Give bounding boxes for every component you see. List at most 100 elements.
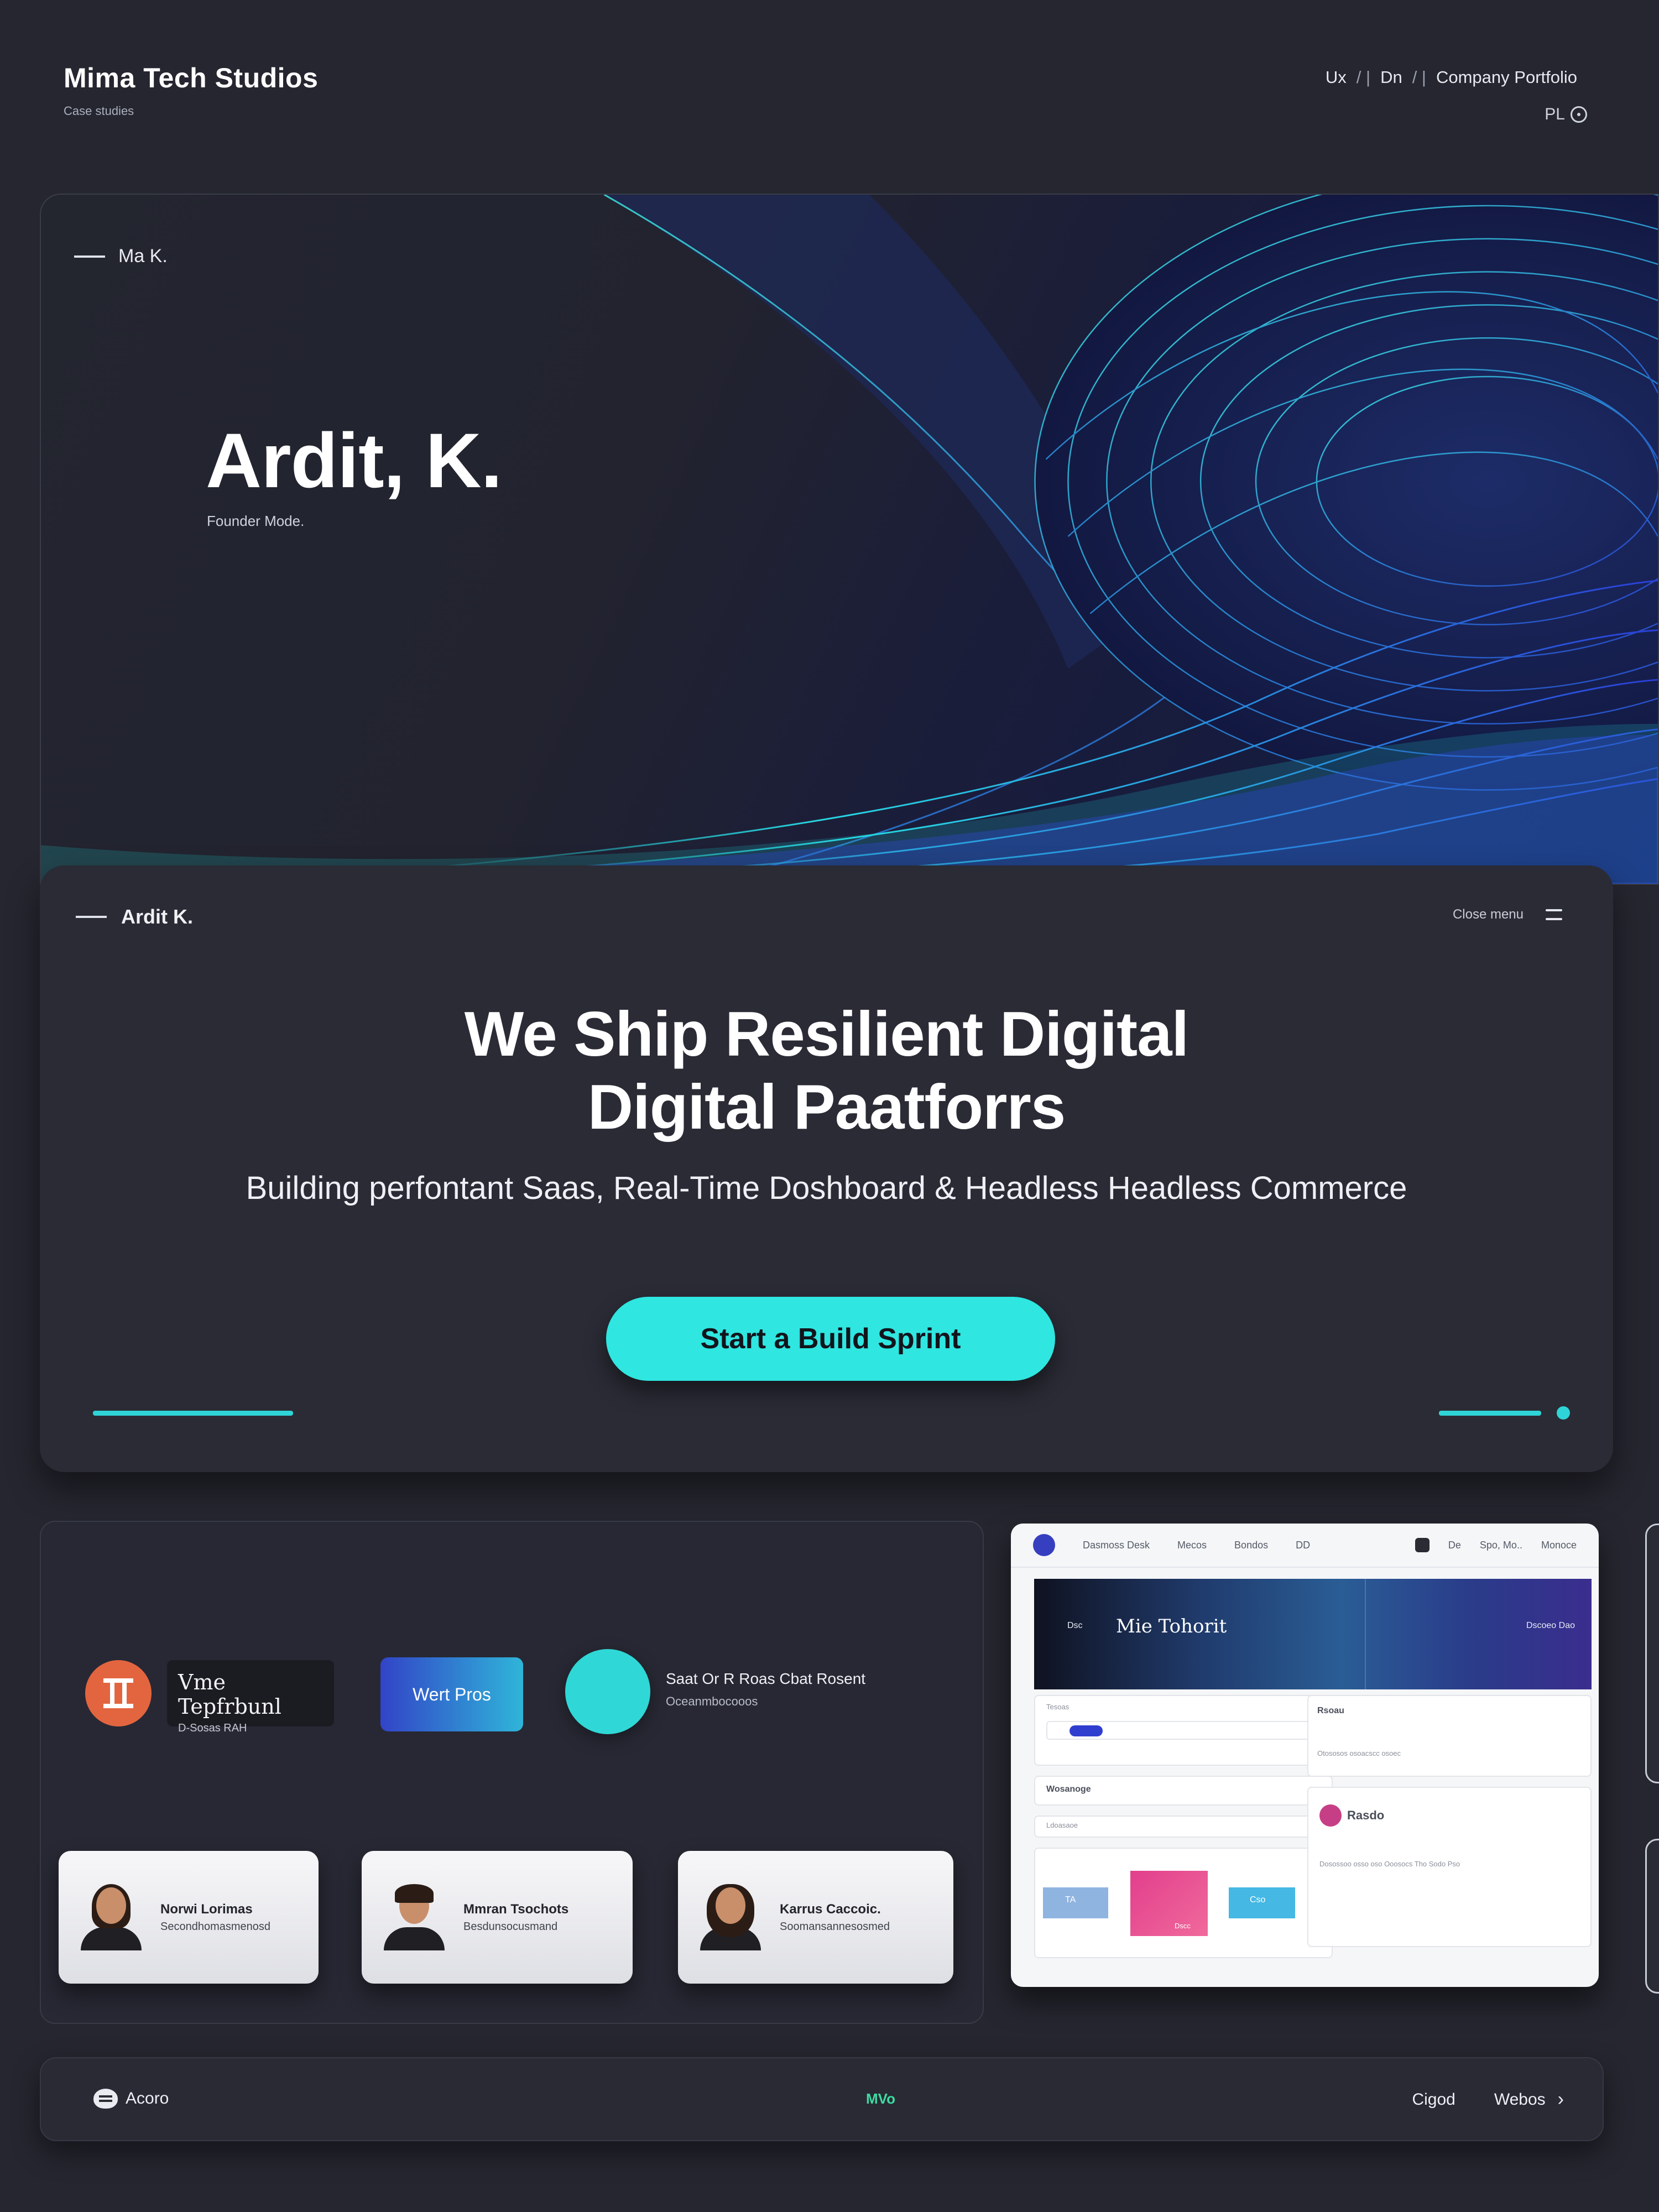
subline: Building perfontant Saas, Real-Time Dosh… (246, 1170, 1407, 1206)
gradient-button[interactable]: Wert Pros (380, 1657, 523, 1731)
hero-subtitle: Founder Mode. (207, 513, 305, 529)
start-build-sprint-button[interactable]: Start a Build Sprint (606, 1297, 1055, 1381)
nav-separator: / | (1412, 67, 1426, 87)
accent-line-right (1439, 1411, 1541, 1416)
person-name: Norwi Lorimas (160, 1901, 253, 1917)
card-menu[interactable]: Close menu (1453, 907, 1562, 922)
dashboard-box-text: Dosossoo osso oso Ooosocs Tho Sodo Pso (1319, 1860, 1460, 1868)
dashboard-box: Wosanoge (1034, 1776, 1333, 1806)
banner-right: Dscoeo Dao (1526, 1621, 1575, 1630)
footer-left-label: Acoro (126, 2089, 169, 2107)
info-title: Saat Or R Roas Cbat Rosent (666, 1670, 866, 1687)
dashboard-right-column: Rsoau Otososos osoacscc osoec Rasdo Doso… (1307, 1695, 1592, 1957)
dashboard-box: Rsoau Otososos osoacscc osoec (1307, 1695, 1592, 1777)
nav-item-ux[interactable]: Ux (1316, 67, 1357, 87)
person-role: Secondhomasmenosd (160, 1920, 271, 1933)
dashboard-input[interactable]: Ldoasaoe (1034, 1815, 1333, 1838)
teal-circle-button[interactable] (565, 1649, 650, 1734)
brand-tagline: Case studies (64, 104, 134, 118)
footer-links: Cigod Webos › (1412, 2089, 1564, 2110)
dashboard-navbar: Dasmoss Desk Mecos Bondos DD De Spo, Mo.… (1011, 1524, 1599, 1568)
menu-label[interactable]: Close menu (1453, 907, 1524, 922)
footer-link[interactable]: Cigod (1412, 2090, 1455, 2109)
dashboard-left-column: Tesoas Wosanoge Ldoasaoe TA Dscc Cso (1034, 1695, 1333, 1968)
person-name: Mmran Tsochots (463, 1901, 569, 1917)
edge-card (1645, 1524, 1659, 1783)
brand[interactable]: Mima Tech Studios Case studies (64, 62, 318, 118)
dashboard-box-label: Rsoau (1317, 1706, 1344, 1715)
accent-dot (1557, 1406, 1570, 1420)
team-card[interactable]: Mmran Tsochots Besdunsocusmand (362, 1851, 633, 1984)
person-name: Karrus Caccoic. (780, 1901, 881, 1917)
hero-name: Ardit, K. (206, 417, 502, 504)
dashboard-nav-item[interactable]: DD (1296, 1540, 1310, 1551)
footer-brand[interactable]: Acoro (93, 2089, 169, 2109)
dashboard-tile[interactable]: Dscc (1130, 1871, 1208, 1936)
profile-icon (1319, 1804, 1342, 1827)
dashboard-banner: Dsc Mie Tohorit Dscoeo Dao (1034, 1579, 1592, 1689)
dashboard-app-icon (1415, 1538, 1430, 1552)
footer-bar: Acoro MVo Cigod Webos › (40, 2057, 1604, 2141)
info-text: Saat Or R Roas Cbat Rosent Oceanmbocooos (666, 1670, 865, 1709)
hero-tag-label: Ma K. (118, 246, 168, 267)
hero-section: Ma K. Ardit, K. Founder Mode. (40, 194, 1659, 885)
main-card: Ardit K. Close menu We Ship Resilient Di… (40, 865, 1613, 1472)
accent-line-left (93, 1411, 293, 1416)
dashboard-tile[interactable]: TA (1043, 1887, 1108, 1918)
dashboard-box-label: Rasdo (1347, 1808, 1385, 1822)
dashboard-tiles-box: TA Dscc Cso (1034, 1848, 1333, 1958)
dark-tile-title: Vme Tepfrbunl (178, 1670, 281, 1719)
dashboard-mockup: Dasmoss Desk Mecos Bondos DD De Spo, Mo.… (1011, 1524, 1599, 1987)
dashboard-box-text: Otososos osoacscc osoec (1317, 1749, 1401, 1757)
dash-icon (76, 916, 107, 918)
banner-title: Mie Tohorit (1116, 1615, 1227, 1637)
person-role: Soomansannesosmed (780, 1920, 890, 1933)
dashboard-nav-right[interactable]: Monoce (1541, 1540, 1577, 1551)
edge-card (1645, 1839, 1659, 1994)
dashboard-nav-item[interactable]: Mecos (1177, 1540, 1207, 1551)
language-label: PL (1545, 105, 1565, 123)
footer-mid-label[interactable]: MVo (866, 2090, 895, 2107)
nav-item-dn[interactable]: Dn (1370, 67, 1412, 87)
tile-label: Dscc (1175, 1922, 1191, 1930)
globe-icon (1571, 106, 1587, 123)
dashboard-logo-icon (1033, 1534, 1055, 1556)
language-switch[interactable]: PL (1545, 105, 1587, 124)
dashboard-nav-item[interactable]: Bondos (1234, 1540, 1268, 1551)
dashboard-tile[interactable]: Cso (1229, 1887, 1295, 1918)
avatar (384, 1884, 445, 1950)
brand-name[interactable]: Mima Tech Studios (64, 62, 318, 94)
hero-tag: Ma K. (74, 246, 168, 267)
dashboard-box: Tesoas (1034, 1695, 1333, 1766)
tile-label: TA (1065, 1895, 1076, 1905)
headline-line-1: We Ship Resilient Digital (464, 999, 1189, 1070)
avatar (700, 1884, 761, 1950)
headline: We Ship Resilient Digital Digital Paatfo… (40, 998, 1613, 1144)
team-card[interactable]: Karrus Caccoic. Soomansannesosmed (678, 1851, 953, 1984)
dashboard-box-label: Tesoas (1046, 1703, 1070, 1711)
nav-separator: / | (1356, 67, 1371, 87)
dashboard-input-label: Ldoasaoe (1046, 1821, 1078, 1829)
team-card[interactable]: Norwi Lorimas Secondhomasmenosd (59, 1851, 319, 1984)
dash-icon (74, 255, 105, 258)
footer-link[interactable]: Webos › (1494, 2089, 1564, 2110)
nav-item-portfolio[interactable]: Company Portfolio (1426, 67, 1587, 87)
dark-tile: Vme Tepfrbunl D-Sosas RAH (167, 1660, 334, 1734)
top-nav: Ux / | Dn / | Company Portfolio (1316, 67, 1587, 87)
shield-icon (93, 2089, 118, 2109)
hamburger-icon[interactable] (1546, 909, 1562, 920)
chevron-right-icon: › (1557, 2089, 1564, 2110)
dashboard-nav-right[interactable]: De (1448, 1540, 1461, 1551)
tile-label: Cso (1250, 1895, 1266, 1905)
info-subtitle: Oceanmbocooos (666, 1694, 758, 1708)
dashboard-nav-item[interactable]: Dasmoss Desk (1083, 1540, 1150, 1551)
dashboard-nav-right[interactable]: Spo, Mo.. (1480, 1540, 1522, 1551)
card-tag: Ardit K. (76, 905, 193, 928)
person-role: Besdunsocusmand (463, 1920, 558, 1933)
dashboard-box: Rasdo Dosossoo osso oso Ooosocs Tho Sodo… (1307, 1787, 1592, 1947)
card-tag-label: Ardit K. (121, 905, 193, 928)
dashboard-input[interactable] (1046, 1721, 1321, 1740)
avatar (81, 1884, 142, 1950)
dashboard-box-label: Wosanoge (1046, 1785, 1091, 1794)
dashboard-toggle[interactable] (1070, 1725, 1103, 1736)
